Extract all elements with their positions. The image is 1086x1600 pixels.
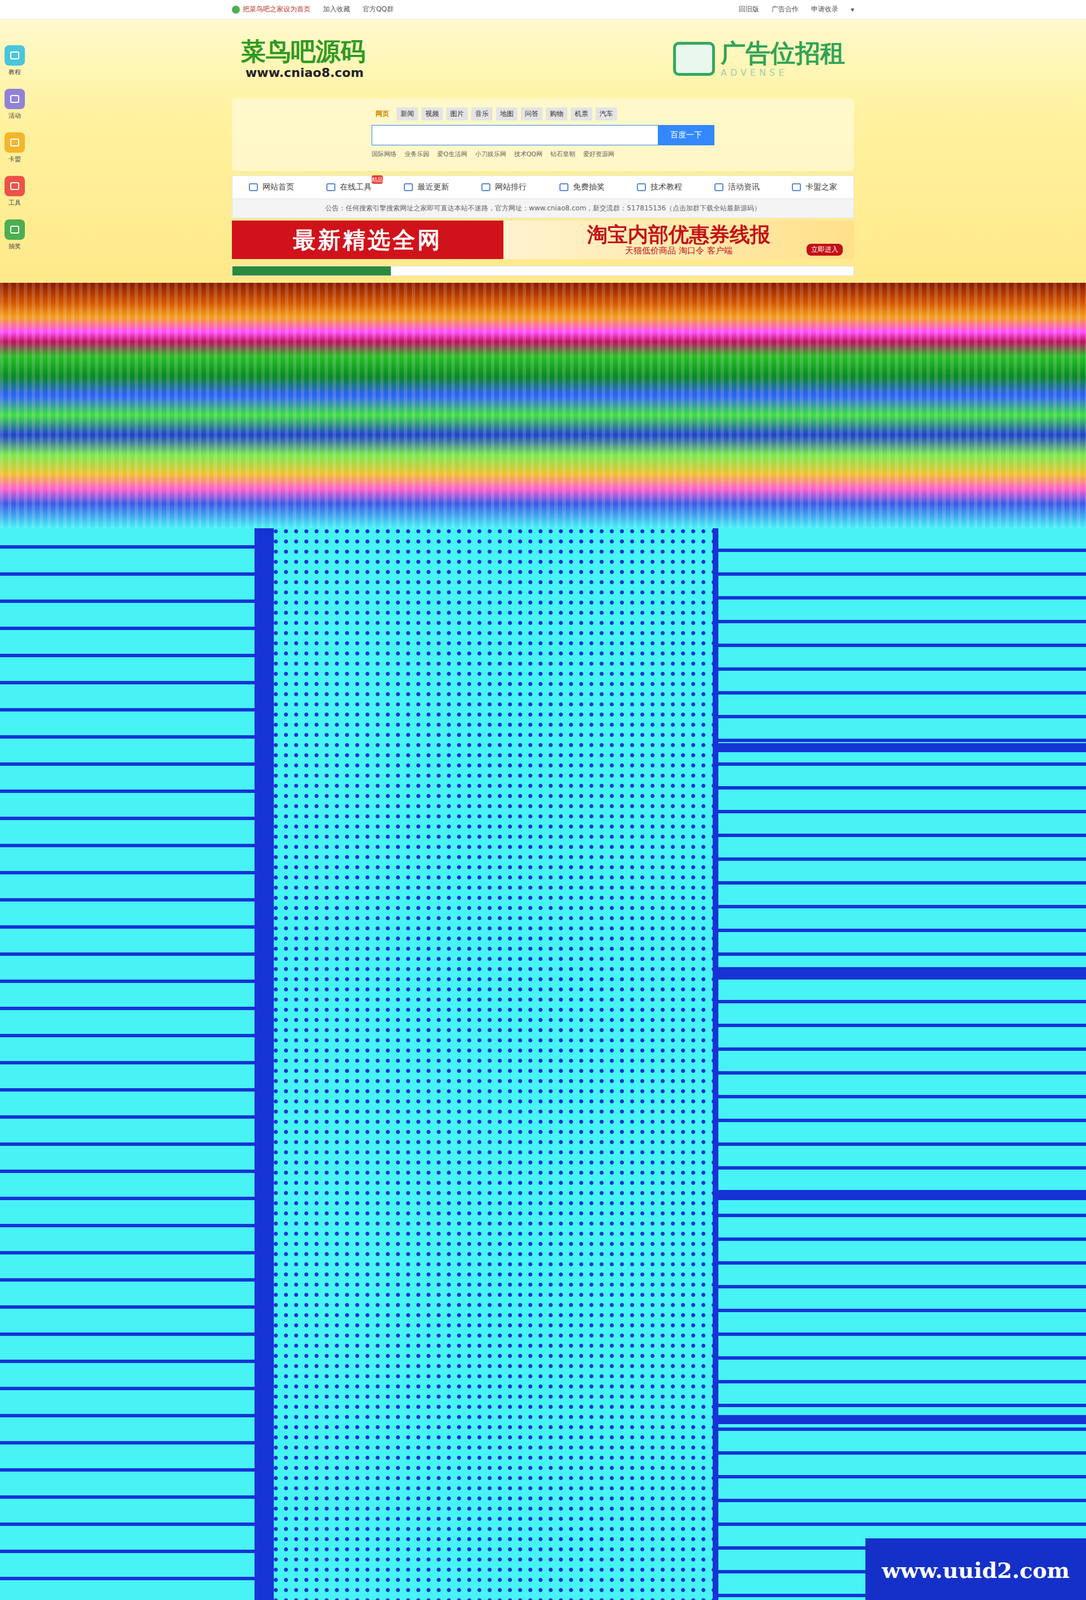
nav-icon xyxy=(326,183,336,192)
top-link[interactable]: 把菜鸟吧之家设为首页 xyxy=(231,4,311,15)
notice[interactable]: 公告：任何搜索引擎搜索网址之家即可直达本站不迷路，官方网址：www.cniao8… xyxy=(231,199,855,219)
ad-slot[interactable]: 广告位招租ADVENSE xyxy=(673,39,846,78)
sidebar-glyph-icon xyxy=(9,137,20,148)
search-link[interactable]: 技术QQ网 xyxy=(514,149,543,159)
search-input[interactable] xyxy=(371,125,658,146)
sidebar-icon xyxy=(4,88,25,110)
search-tab[interactable]: 地图 xyxy=(496,107,518,121)
search-tab[interactable]: 问答 xyxy=(520,107,543,121)
nav-item[interactable]: 网站首页 xyxy=(243,182,300,193)
nav-icon xyxy=(481,183,491,192)
search-button[interactable]: 百度一下 xyxy=(657,125,715,146)
corrupted-area xyxy=(0,282,1086,529)
search-links: 国际网络业务乐园爱Q生活网小刀娱乐网技术QQ网钻石皇朝爱好资源网 xyxy=(371,149,715,159)
nav-icon xyxy=(791,183,801,192)
sidebar-item[interactable]: 抽奖 xyxy=(4,219,25,251)
page: 把菜鸟吧之家设为首页加入收藏官方QQ群 回旧版广告合作 申请收录 ▾ 教程活动卡盟工具抽… xyxy=(0,0,1086,1600)
corrupted-column xyxy=(718,528,1086,1600)
banner-button[interactable]: 立即进入 xyxy=(806,243,843,256)
watermark: www.uuid2.com xyxy=(865,1538,1086,1600)
sidebar-item[interactable]: 工具 xyxy=(4,175,25,208)
nav-item[interactable]: 最近更新 xyxy=(398,182,455,193)
corrupted-column xyxy=(0,528,255,1600)
top-menu[interactable]: ▾ xyxy=(850,5,855,14)
search-link[interactable]: 业务乐园 xyxy=(404,149,430,159)
nav-icon xyxy=(403,183,413,192)
sidebar-glyph-icon xyxy=(9,224,20,235)
search-link[interactable]: 爱好资源网 xyxy=(583,149,615,159)
sidebar-icon xyxy=(4,219,25,240)
search-panel: 网页新闻视频图片音乐地图问答购物机票汽车百度一下国际网络业务乐园爱Q生活网小刀娱… xyxy=(231,98,855,171)
search-tab[interactable]: 图片 xyxy=(446,107,468,121)
corrupted-content xyxy=(0,528,1086,1600)
logo[interactable]: 菜鸟吧源码www.cniao8.com xyxy=(240,37,366,80)
top-link[interactable]: 加入收藏 xyxy=(322,4,351,15)
header-area: 把菜鸟吧之家设为首页加入收藏官方QQ群 回旧版广告合作 申请收录 ▾ 教程活动卡盟工具抽… xyxy=(0,0,1086,283)
nav-item[interactable]: 技术教程 xyxy=(631,182,688,193)
search-link[interactable]: 钻石皇朝 xyxy=(550,149,576,159)
nav-item[interactable]: 网站排行 xyxy=(475,182,533,193)
top-link[interactable]: 申请收录 xyxy=(811,4,839,15)
nav-icon xyxy=(559,183,569,192)
sidebar-glyph-icon xyxy=(9,50,20,61)
top-link[interactable]: 回旧版 xyxy=(738,4,760,15)
nav-item[interactable]: 免费抽奖 xyxy=(553,182,611,193)
nav-item[interactable]: 卡盟之家 xyxy=(786,182,843,193)
search-link[interactable]: 小刀娱乐网 xyxy=(475,149,507,159)
corrupted-separator xyxy=(712,528,719,1600)
top-link[interactable]: 官方QQ群 xyxy=(362,4,394,15)
search-tab[interactable]: 新闻 xyxy=(396,107,418,121)
sidebar-icon xyxy=(4,132,25,153)
nav-badge: 精品 xyxy=(371,175,383,184)
nav-icon xyxy=(714,183,724,192)
corrupted-picture xyxy=(265,528,713,1600)
sidebar-item[interactable]: 教程 xyxy=(4,45,25,77)
nav-icon xyxy=(248,183,258,192)
top-link[interactable]: 广告合作 xyxy=(771,4,799,15)
top-right-links: 回旧版广告合作 申请收录 ▾ xyxy=(738,4,855,15)
nav-icon xyxy=(636,183,646,192)
section-strip xyxy=(231,265,855,277)
banner[interactable]: 最新精选全网淘宝内部优惠券线报天猫低价商品 淘口令 客户端立即进入 xyxy=(231,220,855,260)
search-tab[interactable]: 机票 xyxy=(570,107,593,121)
search-tabs: 网页新闻视频图片音乐地图问答购物机票汽车 xyxy=(371,107,715,121)
sidebar-item[interactable]: 卡盟 xyxy=(4,132,25,164)
search-tab[interactable]: 音乐 xyxy=(471,107,493,121)
search-tab[interactable]: 购物 xyxy=(545,107,568,121)
ad-icon xyxy=(673,41,715,76)
sidebar-glyph-icon xyxy=(9,181,20,192)
home-icon xyxy=(231,5,240,14)
nav-bar: 网站首页 在线工具精品 最近更新 网站排行 免费抽奖 技术教程 活动资讯 卡盟之家 xyxy=(231,175,855,200)
search-tab[interactable]: 视频 xyxy=(421,107,443,121)
sidebar-item[interactable]: 活动 xyxy=(4,88,25,120)
nav-item[interactable]: 在线工具精品 xyxy=(320,182,378,193)
nav-item[interactable]: 活动资讯 xyxy=(708,182,766,193)
search-link[interactable]: 爱Q生活网 xyxy=(437,149,468,159)
corrupted-separator xyxy=(254,528,266,1600)
search-tab[interactable]: 网页 xyxy=(371,107,394,121)
top-left-links: 把菜鸟吧之家设为首页加入收藏官方QQ群 xyxy=(231,4,394,15)
search-tab[interactable]: 汽车 xyxy=(595,107,618,121)
sidebar-icon xyxy=(4,45,25,66)
sidebar-glyph-icon xyxy=(9,93,20,105)
sidebar: 教程活动卡盟工具抽奖 xyxy=(4,45,25,251)
search-link[interactable]: 国际网络 xyxy=(371,149,397,159)
top-bar: 把菜鸟吧之家设为首页加入收藏官方QQ群 回旧版广告合作 申请收录 ▾ xyxy=(0,0,1086,20)
section-tab xyxy=(232,266,391,276)
header: 菜鸟吧源码www.cniao8.com 广告位招租ADVENSE xyxy=(231,19,855,99)
sidebar-icon xyxy=(4,175,25,197)
